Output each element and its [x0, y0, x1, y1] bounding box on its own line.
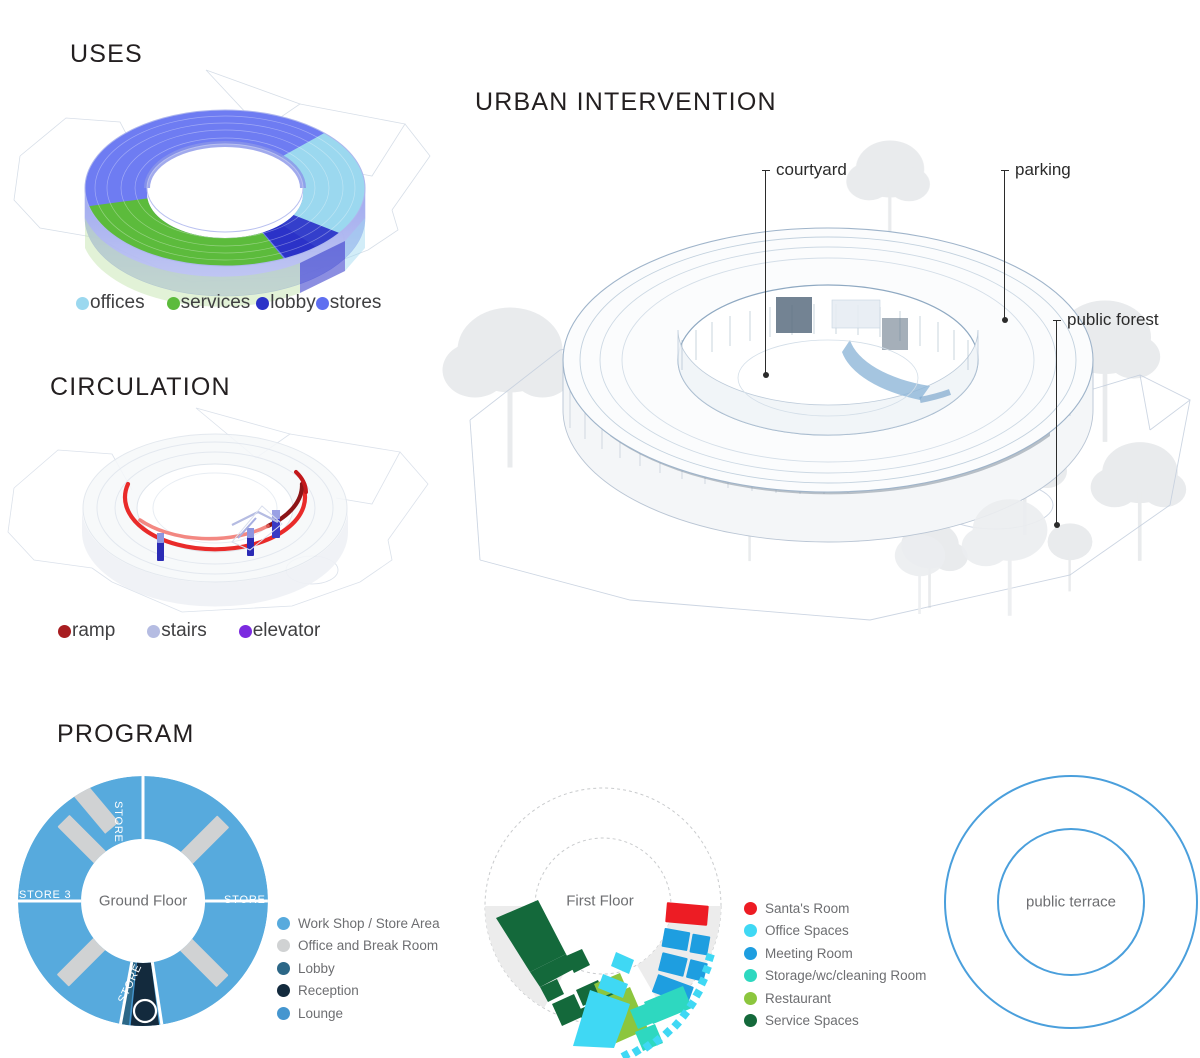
legend-item-meeting-room: Meeting Room [744, 942, 926, 965]
legend-label-lobby: Lobby [298, 960, 335, 976]
legend-dot-office-spaces [744, 924, 757, 938]
legend-dot-offices [76, 296, 89, 310]
legend-item-work-shop-store-area: Work Shop / Store Area [277, 912, 440, 935]
legend-item-ramp: ramp [58, 620, 115, 642]
ground-floor-center-label: Ground Floor [98, 892, 188, 910]
legend-item-stores: stores [315, 292, 382, 314]
legend-item-office-and-break-room: Office and Break Room [277, 935, 440, 958]
legend-dot-santas-room [744, 901, 757, 915]
legend-item-santas-room: Santa's Room [744, 897, 926, 920]
circulation-title: CIRCULATION [50, 373, 231, 401]
circulation-diagram [7, 407, 429, 613]
legend-item-reception: Reception [277, 980, 440, 1003]
callout-line [1004, 170, 1005, 320]
legend-label-storage-wc-cleaning-room: Storage/wc/cleaning Room [765, 968, 927, 984]
uses-diagram [13, 69, 431, 307]
callout-label-courtyard: courtyard [776, 160, 847, 179]
legend-dot-restaurant [744, 991, 757, 1005]
legend-dot-storage-wc-cleaning-room [744, 969, 757, 983]
legend-item-office-spaces: Office Spaces [744, 920, 926, 943]
legend-dot-lobby [256, 296, 270, 310]
uses-donut [84, 109, 366, 307]
first-floor-center-label: First Floor [566, 892, 634, 910]
legend-dot-lobby [277, 961, 290, 975]
legend-dot-lounge [277, 1006, 290, 1020]
legend-label-lobby: lobby [270, 292, 316, 313]
uses-section: USES offices services lobby stores [0, 0, 450, 330]
legend-item-service-spaces: Service Spaces [744, 1010, 926, 1033]
legend-item-storage-wc-cleaning-room: Storage/wc/cleaning Room [744, 965, 926, 988]
legend-item-restaurant: Restaurant [744, 987, 926, 1010]
legend-label-office-and-break-room: Office and Break Room [298, 938, 439, 954]
legend-label-lounge: Lounge [298, 1005, 344, 1021]
legend-label-santas-room: Santa's Room [765, 900, 850, 916]
legend-dot-stairs [147, 624, 161, 638]
legend-label-meeting-room: Meeting Room [765, 945, 853, 961]
callout-dot [1053, 522, 1060, 528]
legend-label-ramp: ramp [72, 620, 116, 641]
callout-dot [762, 372, 769, 378]
store-label-1: STORE 1 [224, 894, 277, 906]
first-floor-legend: Santa's Room Office Spaces Meeting Room … [744, 897, 926, 1032]
legend-item-elevator: elevator [238, 620, 321, 642]
ring-building [562, 227, 1094, 543]
legend-item-stairs: stairs [147, 620, 207, 642]
legend-label-services: services [180, 292, 251, 313]
circulation-slab [82, 433, 348, 607]
legend-dot-reception [277, 984, 290, 998]
callout-label-parking: parking [1015, 160, 1071, 179]
legend-dot-ramp [58, 624, 71, 638]
legend-label-stores: stores [329, 292, 382, 313]
uses-legend: offices services lobby stores [76, 292, 381, 314]
legend-label-work-shop-store-area: Work Shop / Store Area [298, 915, 440, 931]
store-label-2: STORE 2 [112, 801, 124, 854]
legend-item-lounge: Lounge [277, 1002, 440, 1025]
callout-line [1056, 320, 1057, 525]
legend-dot-services [166, 296, 180, 310]
circulation-legend: ramp stairs elevator [58, 620, 320, 642]
legend-label-service-spaces: Service Spaces [765, 1013, 859, 1029]
urban-render [442, 140, 1191, 621]
legend-dot-service-spaces [744, 1014, 757, 1028]
program-title: PROGRAM [57, 720, 195, 748]
legend-dot-meeting-room [744, 946, 757, 960]
reception-marker [132, 998, 158, 1024]
callout-line [765, 170, 766, 375]
legend-label-restaurant: Restaurant [765, 990, 832, 1006]
callout-label-public-forest: public forest [1067, 310, 1159, 329]
legend-label-stairs: stairs [161, 620, 207, 641]
legend-item-lobby: Lobby [277, 957, 440, 980]
legend-item-lobby: lobby [256, 292, 316, 314]
legend-label-elevator: elevator [252, 620, 321, 641]
callout-dot [1001, 317, 1008, 323]
legend-label-reception: Reception [298, 983, 359, 999]
urban-intervention-section: URBAN INTERVENTION courtyard parking pub… [442, 0, 1200, 660]
store-label-3: STORE 3 [19, 889, 72, 901]
legend-item-services: services [166, 292, 251, 314]
legend-label-office-spaces: Office Spaces [765, 923, 849, 939]
program-section: PROGRAM Ground Floor STORE 1 STORE 2 STO… [0, 700, 1200, 1058]
ground-floor-legend: Work Shop / Store Area Office and Break … [277, 912, 440, 1025]
legend-dot-work-shop-store-area [277, 916, 290, 930]
circulation-section: CIRCULATION ramp stairs elevator [0, 355, 450, 655]
legend-label-offices: offices [90, 292, 145, 313]
legend-dot-office-and-break-room [277, 939, 290, 953]
public-terrace-center-label: public terrace [1025, 893, 1117, 911]
legend-dot-stores [315, 296, 329, 310]
legend-dot-elevator [238, 624, 252, 638]
legend-item-offices: offices [76, 292, 145, 314]
